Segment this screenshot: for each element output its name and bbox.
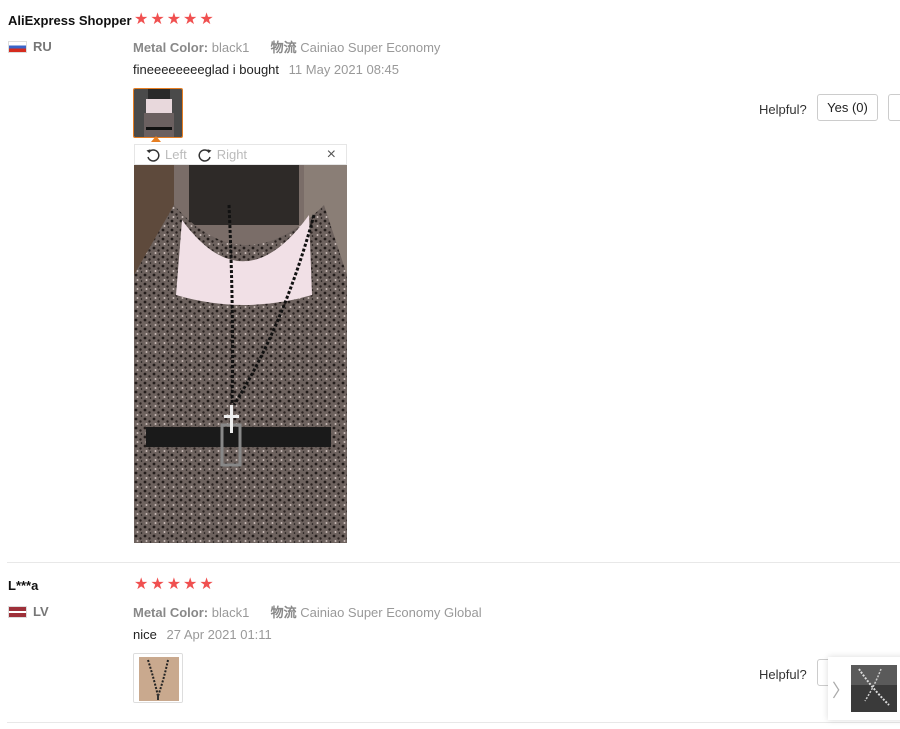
logistics-label: 物流 bbox=[270, 40, 297, 55]
star-icon: ★ bbox=[166, 11, 182, 28]
star-icon: ★ bbox=[150, 11, 165, 28]
review-item: AliExpress Shopper RU ★ ★ ★ ★ ★ Metal Co… bbox=[0, 0, 900, 563]
rotate-left-button[interactable]: Left bbox=[145, 147, 187, 163]
star-icon: ★ bbox=[199, 576, 214, 593]
attr-value: black1 bbox=[211, 40, 250, 55]
review-feedback: nice 27 Apr 2021 01:11 bbox=[133, 627, 272, 642]
order-attributes: Metal Color: black1 物流 Cainiao Super Eco… bbox=[133, 602, 482, 621]
review-divider bbox=[7, 722, 900, 723]
star-rating: ★ ★ ★ ★ ★ bbox=[134, 577, 214, 593]
chevron-right-icon[interactable]: 〉 bbox=[832, 677, 850, 703]
rotate-right-label: Right bbox=[216, 147, 248, 162]
review-item: L***a LV ★ ★ ★ ★ ★ Metal Color: black1 物… bbox=[0, 563, 900, 723]
reviewer-name: L***a bbox=[8, 578, 39, 593]
review-photo-thumbnail[interactable] bbox=[133, 88, 183, 138]
helpful-label: Helpful? bbox=[759, 667, 807, 682]
helpful-no-button[interactable] bbox=[888, 94, 900, 121]
star-icon: ★ bbox=[183, 576, 198, 593]
helpful-label: Helpful? bbox=[759, 102, 807, 117]
product-thumbnail[interactable] bbox=[851, 665, 897, 712]
attr-label: Metal Color: bbox=[133, 605, 209, 620]
star-icon: ★ bbox=[134, 11, 149, 28]
star-icon: ★ bbox=[150, 576, 165, 593]
review-photo-thumbnail[interactable] bbox=[133, 653, 183, 703]
thumb-caret bbox=[151, 136, 161, 142]
feedback-text: fineeeeeeeeglad i bought bbox=[133, 62, 280, 77]
helpful-yes-button[interactable]: Yes (0) bbox=[817, 94, 878, 121]
floating-product-panel[interactable]: 〉 bbox=[828, 657, 900, 720]
review-time: 27 Apr 2021 01:11 bbox=[166, 627, 272, 642]
review-time: 11 May 2021 08:45 bbox=[288, 62, 399, 77]
attr-value: black1 bbox=[211, 605, 250, 620]
rotate-left-label: Left bbox=[165, 147, 187, 162]
star-rating: ★ ★ ★ ★ ★ bbox=[134, 12, 214, 28]
review-photo-image bbox=[134, 165, 347, 543]
reviewer-country: LV bbox=[8, 604, 49, 619]
logistics-value: Cainiao Super Economy Global bbox=[300, 605, 482, 620]
review-photo-large bbox=[134, 165, 347, 543]
feedback-text: nice bbox=[133, 627, 157, 642]
country-code: RU bbox=[33, 39, 52, 54]
reviewer-country: RU bbox=[8, 39, 52, 54]
close-icon[interactable]: × bbox=[327, 145, 336, 165]
country-code: LV bbox=[33, 604, 49, 619]
logistics-label: 物流 bbox=[270, 605, 297, 620]
star-icon: ★ bbox=[134, 576, 149, 593]
rotate-left-icon bbox=[146, 148, 160, 162]
star-icon: ★ bbox=[183, 11, 198, 28]
photo-thumb-image bbox=[134, 89, 182, 137]
logistics-value: Cainiao Super Economy bbox=[300, 40, 441, 55]
review-feedback: fineeeeeeeeglad i bought 11 May 2021 08:… bbox=[133, 62, 399, 77]
star-icon: ★ bbox=[166, 576, 182, 593]
rotate-right-button[interactable]: Right bbox=[197, 147, 247, 163]
photo-thumb-image bbox=[134, 654, 182, 702]
latvia-flag-icon bbox=[8, 605, 27, 618]
star-icon: ★ bbox=[199, 11, 214, 28]
russia-flag-icon bbox=[8, 40, 27, 53]
reviewer-name: AliExpress Shopper bbox=[8, 13, 132, 28]
rotate-right-icon bbox=[198, 148, 212, 162]
image-viewer-toolbar: Left Right × bbox=[134, 144, 347, 165]
product-thumb-image bbox=[851, 665, 897, 712]
order-attributes: Metal Color: black1 物流 Cainiao Super Eco… bbox=[133, 37, 440, 56]
attr-label: Metal Color: bbox=[133, 40, 209, 55]
